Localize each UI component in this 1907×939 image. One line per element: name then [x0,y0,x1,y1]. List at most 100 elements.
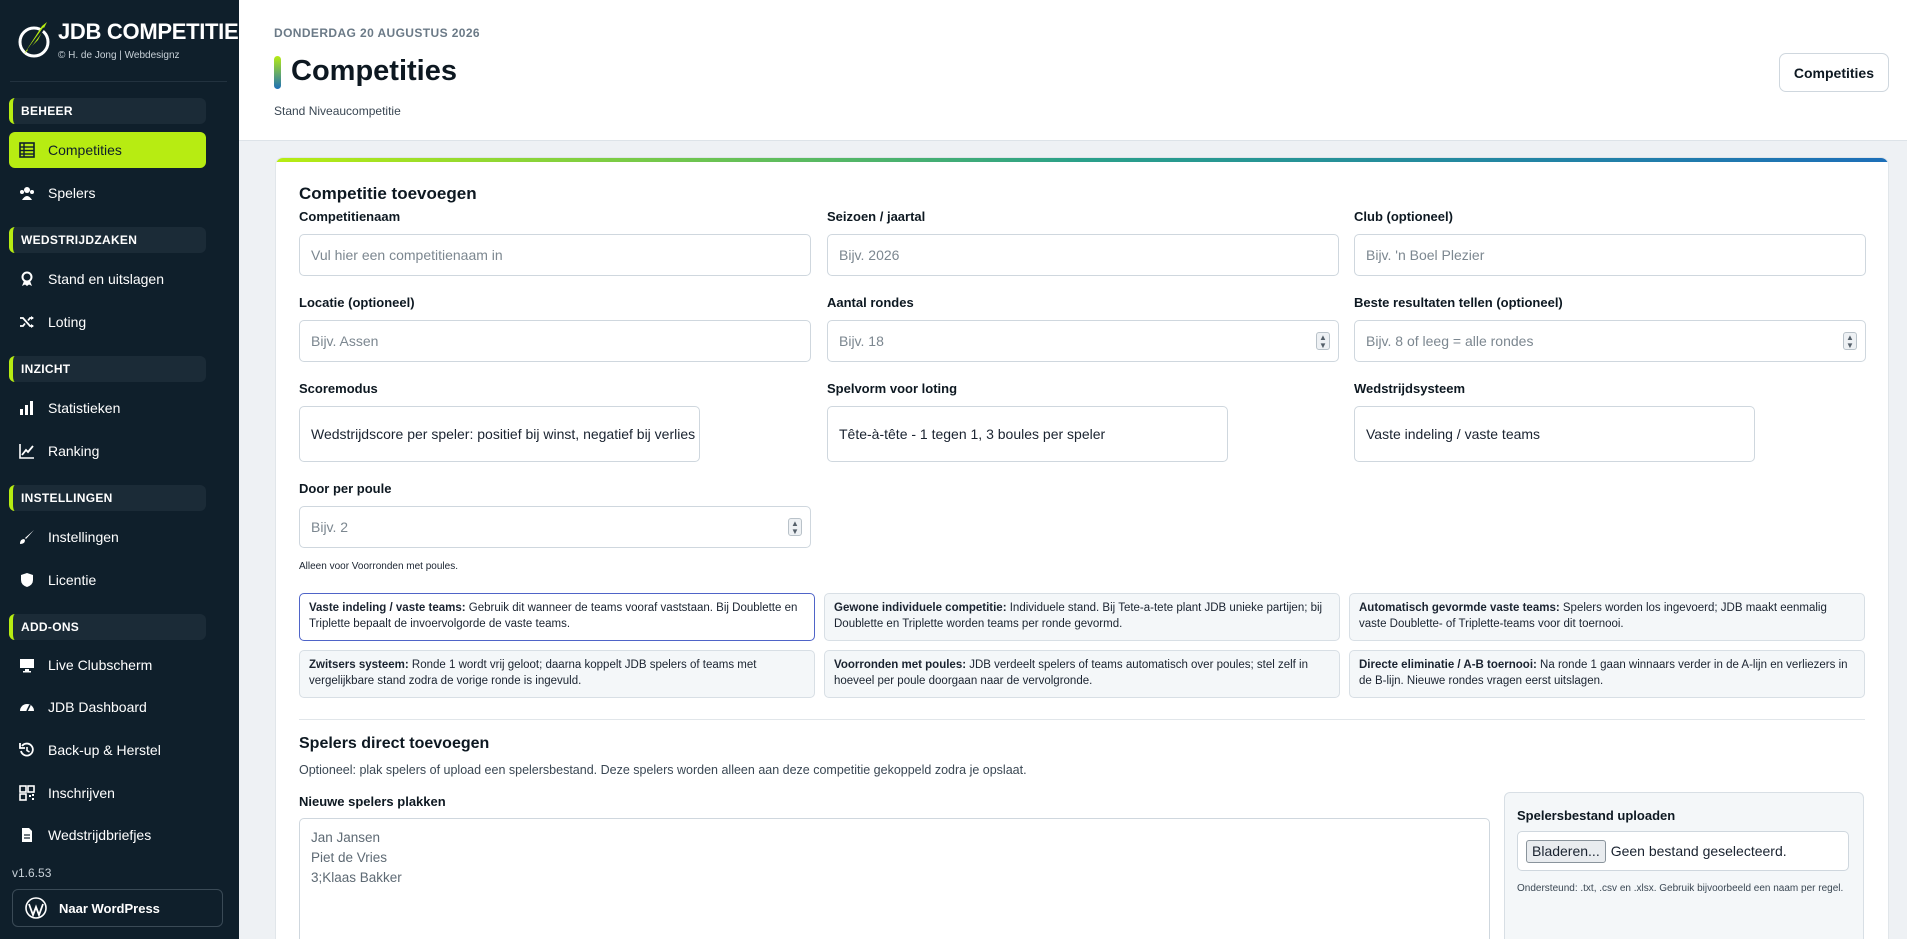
scoremode-label: Scoremodus [299,381,378,396]
players-heading: Spelers direct toevoegen [299,735,490,752]
sidebar-item-inschrijven[interactable]: Inschrijven [9,775,206,811]
sidebar-item-label: Loting [48,314,87,330]
competities-button[interactable]: Competities [1778,53,1889,92]
rounds-label: Aantal rondes [827,295,914,310]
section-instellingen: INSTELLINGEN [9,485,206,511]
browse-button[interactable]: Bladeren... [1526,839,1606,863]
title-accent [274,56,281,89]
gameform-value: Tête-à-tête - 1 tegen 1, 3 boules per sp… [839,426,1106,442]
page-header: DONDERDAG 20 AUGUSTUS 2026 Competities S… [239,0,1907,141]
sidebar-item-label: Back-up & Herstel [48,742,161,758]
option-vaste-indeling[interactable]: Vaste indeling / vaste teams: Gebruik di… [299,593,815,641]
option-automatische-teams[interactable]: Automatisch gevormde vaste teams: Speler… [1349,593,1865,641]
best-results-stepper[interactable]: ▲ ▼ [1843,332,1857,350]
club-label: Club (optioneel) [1354,209,1453,224]
option-title: Automatisch gevormde vaste teams: [1359,602,1560,614]
section-inzicht: INZICHT [9,356,206,382]
sidebar-item-wedstrijdbriefjes[interactable]: Wedstrijdbriefjes [9,817,206,853]
logo-icon [18,22,50,58]
section-beheer: BEHEER [9,98,206,124]
sidebar-item-stand-en-uitslagen[interactable]: Stand en uitslagen [9,261,206,297]
perpool-input[interactable] [299,506,811,548]
option-voorronden-poules[interactable]: Voorronden met poules: JDB verdeelt spel… [824,650,1340,698]
option-title: Gewone individuele competitie: [834,602,1007,614]
rounds-stepper[interactable]: ▲ ▼ [1316,332,1330,350]
scoremode-value: Wedstrijdscore per speler: positief bij … [311,426,696,442]
option-directe-eliminatie[interactable]: Directe eliminatie / A-B toernooi: Na ro… [1349,650,1865,698]
sidebar-item-jdb-dashboard[interactable]: JDB Dashboard [9,689,206,725]
sidebar-item-label: Ranking [48,443,100,459]
gauge-icon [19,699,35,715]
sidebar-item-label: Wedstrijdbriefjes [48,827,152,843]
players-subtitle: Optioneel: plak spelers of upload een sp… [299,763,1027,777]
shield-icon [19,572,35,588]
bar-chart-icon [19,400,35,416]
wordpress-button[interactable]: Naar WordPress [12,889,223,927]
option-title: Directe eliminatie / A-B toernooi: [1359,659,1537,671]
best-results-input[interactable] [1354,320,1866,362]
sidebar-item-label: Statistieken [48,400,121,416]
sidebar-item-label: JDB Dashboard [48,699,147,715]
history-icon [19,742,35,758]
name-label: Competitienaam [299,209,401,224]
location-label: Locatie (optioneel) [299,295,415,310]
add-competition-card: Competitie toevoegen Competitienaam Seiz… [275,157,1889,939]
option-zwitsers-systeem[interactable]: Zwitsers systeem: Ronde 1 wordt vrij gel… [299,650,815,698]
best-results-label: Beste resultaten tellen (optioneel) [1354,295,1563,310]
card-accent [276,158,1888,162]
best-results-field: ▲▼ [1354,320,1866,362]
award-icon [19,271,35,287]
sidebar-item-instellingen[interactable]: Instellingen [9,519,206,555]
paste-label: Nieuwe spelers plakken [299,794,446,809]
form-heading: Competitie toevoegen [299,184,477,203]
sidebar-item-label: Licentie [48,572,97,588]
club-input[interactable] [1354,234,1866,276]
sidebar: JDB COMPETITIE © H. de Jong | Webdesignz… [0,0,239,939]
option-individuele-competitie[interactable]: Gewone individuele competitie: Individue… [824,593,1340,641]
rounds-field: ▲▼ [827,320,1339,362]
season-input[interactable] [827,234,1339,276]
section-add-ons: ADD-ONS [9,614,206,640]
sidebar-item-spelers[interactable]: Spelers [9,175,206,211]
current-date: DONDERDAG 20 AUGUSTUS 2026 [274,26,481,40]
version-label: v1.6.53 [12,866,52,880]
brand-subtitle: © H. de Jong | Webdesignz [58,50,180,61]
sidebar-item-loting[interactable]: Loting [9,304,206,340]
rounds-input[interactable] [827,320,1339,362]
brush-icon [19,529,35,545]
location-input[interactable] [299,320,811,362]
sidebar-item-live-clubscherm[interactable]: Live Clubscherm [9,647,206,683]
page-subtitle: Stand Niveaucompetitie [274,104,401,118]
divider [299,719,1865,720]
sidebar-item-back-up-herstel[interactable]: Back-up & Herstel [9,732,206,768]
option-title: Voorronden met poules: [834,659,967,671]
scoremode-select[interactable]: Wedstrijdscore per speler: positief bij … [299,406,700,462]
gameform-select[interactable]: Tête-à-tête - 1 tegen 1, 3 boules per sp… [827,406,1228,462]
trend-icon [19,443,35,459]
document-icon [19,827,35,843]
system-value: Vaste indeling / vaste teams [1366,426,1541,442]
sidebar-item-label: Instellingen [48,529,119,545]
table-icon [19,142,35,158]
option-title: Vaste indeling / vaste teams: [309,602,466,614]
section-wedstrijdzaken: WEDSTRIJDZAKEN [9,227,206,253]
competition-name-input[interactable] [299,234,811,276]
sidebar-item-ranking[interactable]: Ranking [9,433,206,469]
sidebar-item-statistieken[interactable]: Statistieken [9,390,206,426]
sidebar-item-label: Inschrijven [48,785,115,801]
season-label: Seizoen / jaartal [827,209,926,224]
perpool-stepper[interactable]: ▲ ▼ [788,518,802,536]
system-select[interactable]: Vaste indeling / vaste teams [1354,406,1755,462]
perpool-field: ▲▼ [299,506,811,548]
file-input[interactable]: Bladeren... Geen bestand geselecteerd. [1517,831,1849,871]
sidebar-item-competities[interactable]: Competities [9,132,206,168]
brand-title: JDB COMPETITIE [58,19,239,44]
option-title: Zwitsers systeem: [309,659,409,671]
perpool-hint: Alleen voor Voorronden met poules. [299,561,458,572]
gameform-label: Spelvorm voor loting [827,381,958,396]
wordpress-label: Naar WordPress [59,900,160,916]
sidebar-item-label: Live Clubscherm [48,657,153,673]
page-title: Competities [291,55,457,87]
players-paste-textarea[interactable] [299,818,1490,939]
sidebar-item-licentie[interactable]: Licentie [9,562,206,598]
